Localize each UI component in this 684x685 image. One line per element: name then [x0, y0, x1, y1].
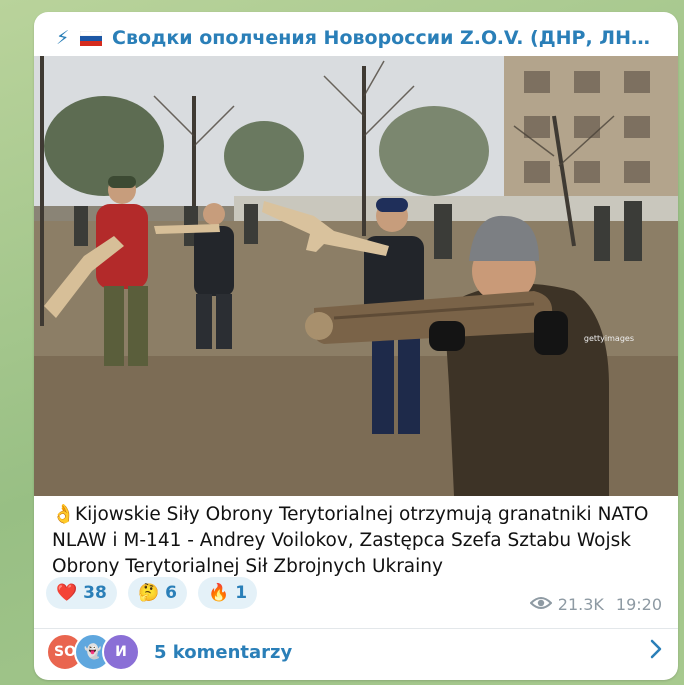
reaction-thinking[interactable]: 🤔 6: [127, 577, 187, 609]
channel-post: ⚡ Сводки ополчения Новороссии Z.O.V. (ДН…: [34, 12, 678, 680]
channel-title: Сводки ополчения Новороссии Z.O.V. (ДНР,…: [112, 27, 662, 49]
channel-title-link[interactable]: ⚡ Сводки ополчения Новороссии Z.O.V. (ДН…: [56, 24, 662, 52]
photo-illustration: [34, 56, 678, 496]
comments-label: 5 komentarzy: [154, 641, 293, 663]
view-count: 21.3K: [557, 594, 604, 614]
fire-icon: 🔥: [208, 583, 230, 603]
reactions-bar: ❤️ 38 🤔 6 🔥 1: [46, 577, 263, 609]
eye-icon: [529, 595, 553, 614]
russia-flag-icon: [79, 27, 108, 49]
heart-icon: ❤️: [56, 583, 78, 603]
thinking-face-icon: 🤔: [137, 583, 160, 603]
reaction-count: 1: [235, 583, 248, 603]
comments-button[interactable]: SO 👻 И 5 komentarzy: [46, 632, 662, 672]
caption-text: Kijowskie Siły Obrony Terytorialnej otrz…: [52, 504, 649, 577]
reaction-heart[interactable]: ❤️ 38: [46, 577, 117, 609]
post-photo[interactable]: gettyimages: [34, 56, 678, 496]
post-time: 19:20: [615, 594, 662, 614]
avatar: И: [102, 633, 140, 671]
lightning-icon: ⚡: [56, 27, 70, 49]
reaction-fire[interactable]: 🔥 1: [198, 577, 258, 609]
post-meta: 21.3K 19:20: [529, 592, 662, 616]
comments-divider: [34, 628, 678, 629]
post-caption: 👌Kijowskie Siły Obrony Terytorialnej otr…: [52, 502, 664, 580]
reaction-count: 6: [165, 583, 177, 603]
reaction-count: 38: [83, 583, 107, 603]
chevron-right-icon: [650, 639, 662, 665]
ok-hand-emoji: 👌: [52, 504, 76, 525]
getty-watermark: gettyimages: [583, 334, 634, 343]
